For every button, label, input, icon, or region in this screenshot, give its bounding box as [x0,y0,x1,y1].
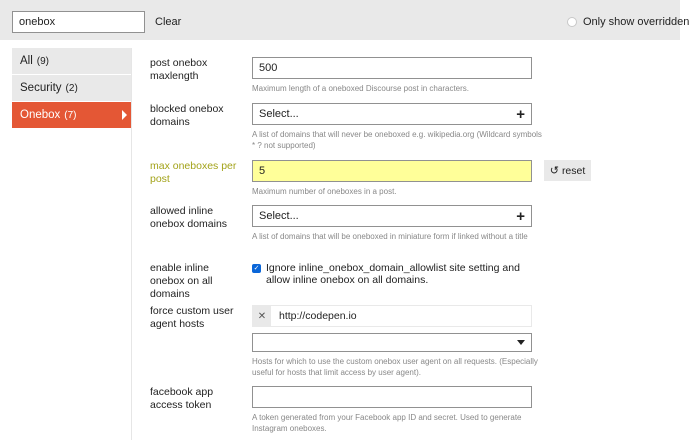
blocked-domains-select[interactable]: Select... + [252,103,532,125]
sidebar-item-count: (9) [36,55,50,67]
sidebar-item-security[interactable]: Security (2) [12,75,131,101]
setting-description: A list of domains that will never be one… [252,130,542,150]
sidebar-item-label: Security [20,82,62,94]
max-oneboxes-input[interactable]: 5 [252,160,532,182]
sidebar-item-count: (7) [64,109,77,121]
setting-description: Maximum length of a oneboxed Discourse p… [252,84,469,93]
setting-description: Maximum number of oneboxes in a post. [252,187,397,196]
settings-filter-bar: Clear Only show overridden [0,0,689,40]
setting-label: max oneboxes per post [150,160,237,185]
plus-icon[interactable]: + [516,107,525,122]
setting-label: facebook app access token [150,386,214,411]
select-placeholder: Select... [259,108,299,120]
reset-label: reset [561,164,586,177]
list-item: ✕ http://codepen.io [252,305,532,327]
checkbox-label: Ignore inline_onebox_domain_allowlist si… [266,262,520,286]
sidebar-item-label: All [20,55,33,67]
setting-label: blocked onebox domains [150,103,224,128]
checkbox-checked[interactable]: ✓ [252,264,261,273]
setting-label: enable inline onebox on all domains [150,262,213,300]
allowed-inline-select[interactable]: Select... + [252,205,532,227]
setting-label: force custom user agent hosts [150,305,234,330]
undo-icon: ↺ [549,165,559,177]
select-placeholder: Select... [259,210,299,222]
maxlength-input[interactable]: 500 [252,57,532,79]
plus-icon[interactable]: + [516,209,525,224]
remove-icon[interactable]: ✕ [253,306,271,326]
facebook-token-input[interactable] [252,386,532,408]
category-sidebar: All (9) Security (2) Onebox (7) [12,48,132,440]
sidebar-item-label: Onebox [20,109,61,121]
setting-label: post onebox maxlength [150,57,208,82]
chevron-down-icon [517,340,525,345]
sidebar-item-onebox[interactable]: Onebox (7) [12,102,131,128]
enable-inline-checkbox-row[interactable]: ✓ Ignore inline_onebox_domain_allowlist … [252,262,532,286]
setting-description: A list of domains that will be oneboxed … [252,232,528,241]
sidebar-item-all[interactable]: All (9) [12,48,131,74]
clear-button[interactable]: Clear [155,16,181,28]
add-host-dropdown[interactable] [252,333,532,352]
search-input[interactable] [12,11,145,33]
only-overridden-toggle[interactable]: Only show overridden [567,16,689,28]
setting-description: A token generated from your Facebook app… [252,413,522,433]
sidebar-item-count: (2) [65,82,78,94]
list-item-value: http://codepen.io [279,310,357,322]
chevron-right-icon [122,110,127,120]
only-overridden-radio[interactable] [567,17,577,27]
setting-description: Hosts for which to use the custom onebox… [252,357,538,377]
reset-button[interactable]: ↺ reset [544,160,591,181]
setting-label: allowed inline onebox domains [150,205,228,230]
only-overridden-label: Only show overridden [583,16,690,28]
